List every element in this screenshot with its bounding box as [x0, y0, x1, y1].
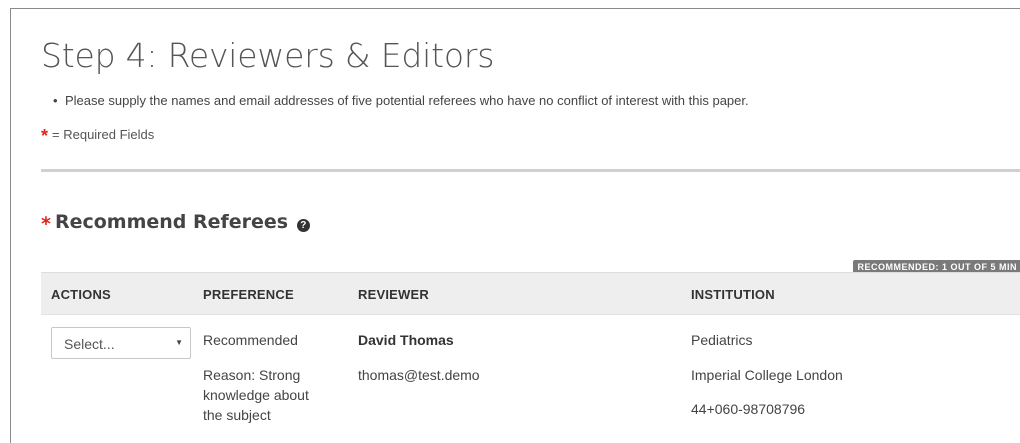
header-institution: INSTITUTION [691, 287, 775, 302]
institution-name: Imperial College London [691, 367, 843, 383]
table-row: Select... ▼ Recommended Reason: Strong k… [41, 314, 1020, 443]
table-header: ACTIONS PREFERENCE REVIEWER INSTITUTION [41, 272, 1020, 314]
action-select-value: Select... [64, 336, 115, 352]
preference-value: Recommended [203, 332, 298, 348]
main-frame: Step 4: Reviewers & Editors Please suppl… [10, 8, 1020, 443]
reason-line: knowledge about [203, 387, 309, 403]
preference-reason: Reason: Strong knowledge about the subje… [203, 365, 343, 425]
section-required-star: * [41, 213, 51, 235]
reviewer-name: David Thomas [358, 332, 454, 348]
reviewer-email: thomas@test.demo [358, 367, 480, 383]
section-title: * Recommend Referees ? [41, 211, 310, 235]
instructions-list: Please supply the names and email addres… [53, 93, 749, 108]
chevron-down-icon: ▼ [175, 338, 183, 347]
reason-line: the subject [203, 407, 271, 423]
required-star: * [41, 126, 49, 146]
instruction-item: Please supply the names and email addres… [53, 93, 749, 108]
action-select[interactable]: Select... ▼ [51, 327, 191, 359]
required-fields-note: * = Required Fields [41, 126, 154, 147]
header-preference: PREFERENCE [203, 287, 294, 302]
header-reviewer: REVIEWER [358, 287, 429, 302]
required-fields-label: = Required Fields [52, 127, 155, 142]
header-actions: ACTIONS [51, 287, 111, 302]
question-circle-icon[interactable]: ? [296, 219, 310, 232]
page-title: Step 4: Reviewers & Editors [41, 36, 495, 75]
section-title-text: Recommend Referees [54, 211, 289, 233]
institution-department: Pediatrics [691, 332, 753, 348]
institution-phone: 44+060-98708796 [691, 401, 806, 417]
section-divider [41, 169, 1020, 172]
reason-line: Reason: Strong [203, 367, 301, 383]
